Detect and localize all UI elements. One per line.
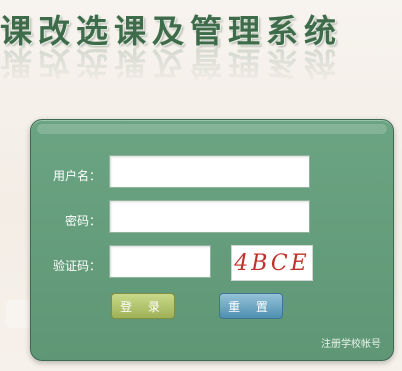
captcha-image[interactable]: 4BCE	[231, 245, 313, 281]
captcha-label: 验证码：	[52, 259, 101, 273]
page-title: 课改选课及管理系统	[0, 12, 343, 50]
register-school-account-link[interactable]: 注册学校帐号	[321, 335, 381, 350]
username-label: 用户名：	[52, 169, 101, 183]
password-label: 密码：	[64, 214, 101, 228]
username-input[interactable]	[109, 155, 310, 188]
page-title-reflection: 课改选课及管理系统	[0, 48, 343, 82]
captcha-input[interactable]	[109, 245, 211, 278]
login-button[interactable]: 登 录	[111, 293, 175, 319]
password-input[interactable]	[109, 200, 310, 233]
login-panel: 用户名： 密码： 验证码： 4BCE 登 录 重 置 注册学校帐号	[30, 119, 394, 361]
reset-button[interactable]: 重 置	[219, 293, 283, 319]
